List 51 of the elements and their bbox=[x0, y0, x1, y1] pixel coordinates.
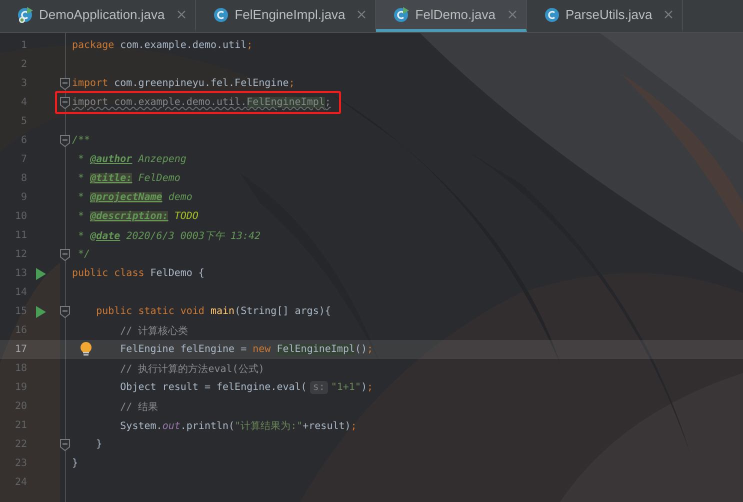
lightbulb-icon[interactable] bbox=[80, 342, 92, 357]
doc-comment-line: */ bbox=[77, 249, 90, 260]
close-icon[interactable] bbox=[664, 10, 674, 19]
fold-icon[interactable] bbox=[60, 96, 70, 108]
line-number: 3 bbox=[20, 78, 27, 89]
line-number: 8 bbox=[20, 173, 27, 184]
code-line: FelEngine felEngine = new FelEngineImpl(); bbox=[119, 344, 374, 355]
line-number: 2 bbox=[20, 59, 27, 70]
close-icon[interactable] bbox=[176, 10, 186, 19]
code-line: // 计算核心类 bbox=[119, 326, 188, 336]
code-line: public static void main(String[] args){ bbox=[95, 306, 331, 317]
editor-tab[interactable]: ParseUtils.java bbox=[526, 0, 684, 32]
code-line: Object result = felEngine.eval( s: "1+1"); bbox=[119, 382, 374, 393]
line-number: 9 bbox=[20, 192, 27, 203]
code-line: // 执行计算的方法eval(公式) bbox=[119, 364, 264, 374]
line-number: 15 bbox=[14, 306, 27, 317]
code-line: package com.example.demo.util; bbox=[72, 40, 253, 51]
fold-icon[interactable] bbox=[60, 306, 70, 318]
code-line: } bbox=[95, 439, 102, 450]
close-icon[interactable] bbox=[357, 10, 366, 19]
line-number: 5 bbox=[20, 116, 27, 127]
line-number: 11 bbox=[14, 230, 27, 241]
line-number: 10 bbox=[14, 211, 27, 222]
doc-comment-line: /** bbox=[72, 135, 90, 146]
doc-comment-line: * @author Anzepeng bbox=[77, 154, 186, 165]
code-line: public class FelDemo { bbox=[72, 268, 204, 279]
fold-icon[interactable] bbox=[60, 134, 70, 146]
run-icon[interactable] bbox=[36, 306, 46, 318]
code-line: import com.example.demo.util.FelEngineImpl; bbox=[72, 97, 331, 108]
editor-tab[interactable]: FelDemo.java bbox=[376, 0, 526, 32]
line-number: 12 bbox=[14, 249, 27, 260]
line-number: 6 bbox=[20, 135, 27, 146]
line-number: 13 bbox=[14, 268, 27, 279]
fold-icon[interactable] bbox=[60, 248, 70, 260]
line-number: 14 bbox=[14, 287, 27, 298]
fold-icon[interactable] bbox=[60, 78, 70, 90]
fold-icon[interactable] bbox=[60, 438, 70, 450]
editor-tab[interactable]: DemoApplication.java bbox=[0, 0, 196, 32]
doc-comment-line: * @date 2020/6/3 0003下午 13:42 bbox=[77, 230, 261, 242]
line-number: 1 bbox=[20, 40, 27, 51]
line-number: 7 bbox=[20, 154, 27, 165]
code-line: // 结果 bbox=[119, 402, 158, 412]
doc-comment-line: * @projectName demo bbox=[77, 192, 192, 203]
code-line: } bbox=[72, 458, 78, 469]
code-line: System.out.println("计算结果为:"+result); bbox=[119, 420, 357, 432]
doc-comment-line: * @title: FelDemo bbox=[77, 173, 180, 184]
line-number: 17 bbox=[14, 344, 27, 355]
doc-comment-line: * @description: TODO bbox=[77, 211, 198, 222]
code-line: import com.greenpineyu.fel.FelEngine; bbox=[72, 78, 295, 89]
run-icon[interactable] bbox=[36, 268, 46, 280]
line-number: 4 bbox=[20, 97, 27, 108]
